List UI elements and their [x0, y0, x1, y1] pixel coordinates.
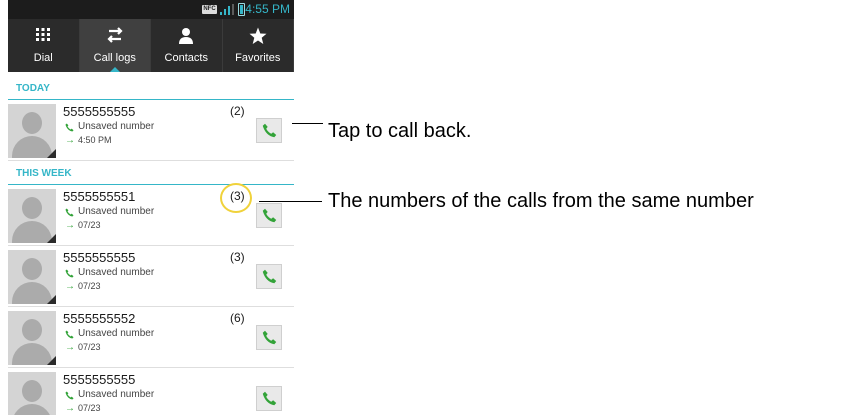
phone-handset-icon: [65, 269, 74, 278]
call-logs-icon: [80, 27, 151, 47]
star-icon: [223, 27, 294, 47]
call-back-button[interactable]: [256, 118, 282, 143]
phone-handset-icon: [262, 208, 276, 223]
outgoing-arrow-icon: →: [65, 220, 75, 231]
call-log-row[interactable]: 5555555555 Unsaved number → 07/23 (3): [8, 247, 294, 307]
phone-handset-icon: [262, 123, 276, 138]
call-log-row[interactable]: 5555555552 Unsaved number → 07/23 (6): [8, 308, 294, 368]
tab-contacts[interactable]: Contacts: [151, 19, 223, 72]
outgoing-arrow-icon: →: [65, 281, 75, 292]
contact-person-icon: [151, 27, 222, 47]
signal-icon: [220, 4, 234, 15]
call-count: (2): [230, 104, 245, 118]
phone-handset-icon: [262, 391, 276, 406]
call-number: 5555555555: [63, 104, 136, 119]
callout-line-call-back: [292, 123, 323, 124]
outgoing-arrow-icon: →: [65, 342, 75, 353]
call-time: 07/23: [78, 220, 101, 230]
call-type-label: Unsaved number: [78, 328, 155, 339]
outgoing-arrow-icon: →: [65, 135, 75, 146]
tab-dial[interactable]: Dial: [8, 19, 80, 72]
battery-icon: [238, 3, 245, 16]
phone-handset-icon: [65, 330, 74, 339]
call-number: 5555555555: [63, 372, 136, 387]
call-back-button[interactable]: [256, 264, 282, 289]
phone-handset-icon: [65, 391, 74, 400]
call-time: 07/23: [78, 403, 101, 413]
avatar[interactable]: [8, 311, 56, 365]
section-header-this-week-label: THIS WEEK: [16, 168, 72, 179]
section-header-this-week: THIS WEEK: [8, 163, 294, 185]
phone-handset-icon: [262, 269, 276, 284]
section-header-today: TODAY: [8, 78, 294, 100]
phone-handset-icon: [65, 208, 74, 217]
tab-dial-label: Dial: [33, 52, 53, 64]
tab-favorites-label: Favorites: [235, 52, 281, 64]
phone-handset-icon: [262, 330, 276, 345]
call-time: 4:50 PM: [78, 135, 112, 145]
outgoing-arrow-icon: →: [65, 403, 75, 414]
avatar[interactable]: [8, 372, 56, 415]
call-type-label: Unsaved number: [78, 389, 155, 400]
call-count-highlight-circle: [220, 183, 252, 213]
avatar[interactable]: [8, 250, 56, 304]
call-time: 07/23: [78, 281, 101, 291]
call-count: (6): [230, 311, 245, 325]
call-back-button[interactable]: [256, 325, 282, 350]
call-back-button[interactable]: [256, 203, 282, 228]
nfc-icon: NFC: [202, 5, 217, 14]
callout-call-count-note: The numbers of the calls from the same n…: [328, 190, 754, 212]
phone-screen: NFC 4:55 PM Dial Call logs Contacts Favo…: [8, 0, 294, 415]
tab-favorites[interactable]: Favorites: [223, 19, 294, 72]
avatar[interactable]: [8, 189, 56, 243]
active-tab-indicator: [109, 67, 120, 72]
phone-handset-icon: [65, 123, 74, 132]
call-number: 5555555551: [63, 189, 136, 204]
call-count: (3): [230, 250, 245, 264]
callout-tap-to-call-back: Tap to call back.: [328, 120, 472, 142]
call-number: 5555555552: [63, 311, 136, 326]
avatar[interactable]: [8, 104, 56, 158]
call-type-label: Unsaved number: [78, 121, 155, 132]
section-header-today-label: TODAY: [16, 83, 50, 94]
call-number: 5555555555: [63, 250, 136, 265]
tab-call-logs[interactable]: Call logs: [79, 19, 151, 72]
call-type-label: Unsaved number: [78, 206, 155, 217]
tab-bar: Dial Call logs Contacts Favorites: [8, 19, 294, 72]
call-log-row[interactable]: 5555555555 Unsaved number → 07/23: [8, 369, 294, 415]
tab-call-logs-label: Call logs: [93, 52, 136, 64]
status-bar: NFC 4:55 PM: [8, 0, 294, 19]
status-time: 4:55 PM: [245, 2, 290, 16]
call-time: 07/23: [78, 342, 101, 352]
dialpad-icon: [8, 27, 79, 47]
call-type-label: Unsaved number: [78, 267, 155, 278]
call-log-row[interactable]: 5555555555 Unsaved number → 4:50 PM (2): [8, 101, 294, 161]
call-back-button[interactable]: [256, 386, 282, 411]
callout-line-call-count: [259, 201, 322, 202]
tab-contacts-label: Contacts: [164, 52, 208, 64]
